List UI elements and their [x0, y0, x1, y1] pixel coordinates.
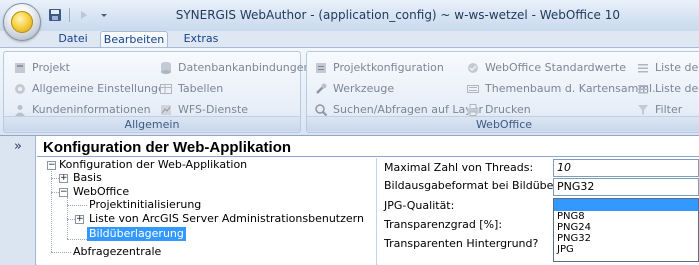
project-icon [12, 60, 28, 76]
format-dropdown-list: PNG8 PNG24 PNG32 JPG [553, 198, 699, 262]
defaults-icon [465, 60, 481, 76]
config-tree: − Konfiguration der Web-Applikation + Ba… [37, 158, 377, 265]
tree-collapse-toggle[interactable]: − [59, 188, 68, 197]
orb-emblem [11, 11, 33, 33]
ribbon-item-label: Datenbankanbindungen [178, 61, 311, 74]
ribbon-item-liste-der[interactable]: Liste der [635, 58, 699, 77]
group-label-weboffice: WebOffice [307, 116, 699, 131]
tree-node-weboffice[interactable]: WebOffice [73, 185, 129, 199]
tree-connector [67, 197, 68, 239]
list-icon [635, 60, 651, 76]
ribbon-item-tabellen[interactable]: Tabellen [158, 79, 223, 98]
title-bar: SYNERGIS WebAuthor - (application_config… [0, 0, 699, 31]
project-config-icon [313, 60, 329, 76]
ribbon-item-datenbankanbindungen[interactable]: Datenbankanbindungen [158, 58, 311, 77]
tree-node-basis[interactable]: Basis [73, 171, 102, 185]
ribbon-item-label: Drucken [485, 103, 531, 116]
format-option[interactable]: PNG8 [554, 211, 698, 222]
tree-connector [51, 171, 52, 252]
tree-expand-toggle[interactable]: + [59, 174, 68, 183]
ribbon-item-label: Liste der [655, 61, 699, 74]
page-title: Konfiguration der Web-Applikation [43, 139, 292, 156]
tree-collapse-toggle[interactable]: − [47, 161, 56, 170]
ribbon-group-allgemein: Projekt Allgemeine Einstellungen Kundeni… [3, 51, 311, 133]
main-content: » Konfiguration der Web-Applikation − Ko… [0, 135, 699, 265]
format-option[interactable]: JPG [554, 244, 698, 255]
ribbon-item-label: Werkzeuge [333, 82, 395, 95]
table-icon [158, 81, 174, 97]
tree-connector [67, 239, 87, 240]
tree-connector [67, 219, 75, 220]
tab-bearbeiten[interactable]: Bearbeiten [100, 31, 168, 48]
settings-icon [12, 81, 28, 97]
ribbon-group-weboffice: Projektkonfiguration Werkzeuge Suchen/Ab… [306, 51, 699, 133]
tree-connector [51, 178, 59, 179]
tab-extras[interactable]: Extras [180, 31, 222, 48]
tree-node-projektinitialisierung[interactable]: Projektinitialisierung [89, 198, 201, 212]
ribbon-item-label: Themenbaum d. Kartensamml. [485, 82, 656, 95]
group-label-allgemein: Allgemein [4, 116, 300, 131]
window-title: SYNERGIS WebAuthor - (application_config… [175, 8, 620, 22]
office-orb-icon[interactable] [3, 3, 41, 41]
list-icon [635, 81, 651, 97]
ribbon-item-label: WFS-Dienste [178, 103, 249, 116]
ribbon-item-projekt[interactable]: Projekt [12, 58, 70, 77]
ribbon-item-label: Projektkonfiguration [333, 61, 444, 74]
format-option[interactable] [554, 199, 698, 211]
tree-connector [51, 252, 71, 253]
ribbon-item-themenbaum[interactable]: Themenbaum d. Kartensamml. [465, 79, 656, 98]
transparency-label: Transparenzgrad [%]: [384, 218, 503, 231]
page-header: Konfiguration der Web-Applikation [37, 138, 699, 157]
ribbon-item-label: Liste de [655, 82, 699, 95]
tree-node-abfragezentrale[interactable]: Abfragezentrale [73, 245, 161, 259]
ribbon-item-weboffice-standardwerte[interactable]: WebOffice Standardwerte [465, 58, 626, 77]
format-select[interactable]: PNG32 [553, 178, 699, 196]
property-panel: Maximal Zahl von Threads: 10 Bildausgabe… [378, 158, 699, 265]
format-option[interactable]: PNG32 [554, 233, 698, 244]
jpg-quality-label: JPG-Qualität: [384, 199, 455, 212]
ribbon-item-label: Projekt [32, 61, 70, 74]
ribbon-item-label: Kundeninformationen [32, 103, 151, 116]
ribbon-item-label: Allgemeine Einstellungen [32, 82, 172, 95]
tree-expand-toggle[interactable]: + [75, 215, 84, 224]
threads-input[interactable]: 10 [553, 159, 699, 177]
tree-node-bildueberlagerung[interactable]: Bildüberlagerung [87, 227, 186, 241]
ribbon-item-projektkonfiguration[interactable]: Projektkonfiguration [313, 58, 444, 77]
ribbon-item-liste-de[interactable]: Liste de [635, 79, 698, 98]
ribbon-item-label: WebOffice Standardwerte [485, 61, 626, 74]
ribbon: Projekt Allgemeine Einstellungen Kundeni… [0, 47, 699, 135]
tree-node-root[interactable]: Konfiguration der Web-Applikation [59, 158, 247, 172]
tab-datei[interactable]: Datei [55, 31, 91, 48]
navigation-collapse-strip: » [0, 136, 36, 265]
ribbon-item-label: Filter [655, 103, 683, 116]
ribbon-tabs: Datei Bearbeiten Extras [0, 31, 699, 48]
theme-tree-icon [465, 81, 481, 97]
database-icon [158, 60, 174, 76]
tree-node-arcgis-admins[interactable]: Liste von ArcGIS Server Administrationsb… [89, 212, 364, 226]
expand-panel-button[interactable]: » [0, 137, 36, 157]
ribbon-item-label: Suchen/Abfragen auf Layer [333, 103, 484, 116]
ribbon-item-werkzeuge[interactable]: Werkzeuge [313, 79, 394, 98]
tools-icon [313, 81, 329, 97]
ribbon-item-allgemeine-einstellungen[interactable]: Allgemeine Einstellungen [12, 79, 172, 98]
threads-label: Maximal Zahl von Threads: [384, 161, 534, 174]
tree-connector [67, 205, 87, 206]
format-option[interactable]: PNG24 [554, 222, 698, 233]
transparent-background-label: Transparenten Hintergrund? [384, 237, 539, 250]
ribbon-item-label: Tabellen [178, 82, 224, 95]
tree-connector [51, 192, 59, 193]
